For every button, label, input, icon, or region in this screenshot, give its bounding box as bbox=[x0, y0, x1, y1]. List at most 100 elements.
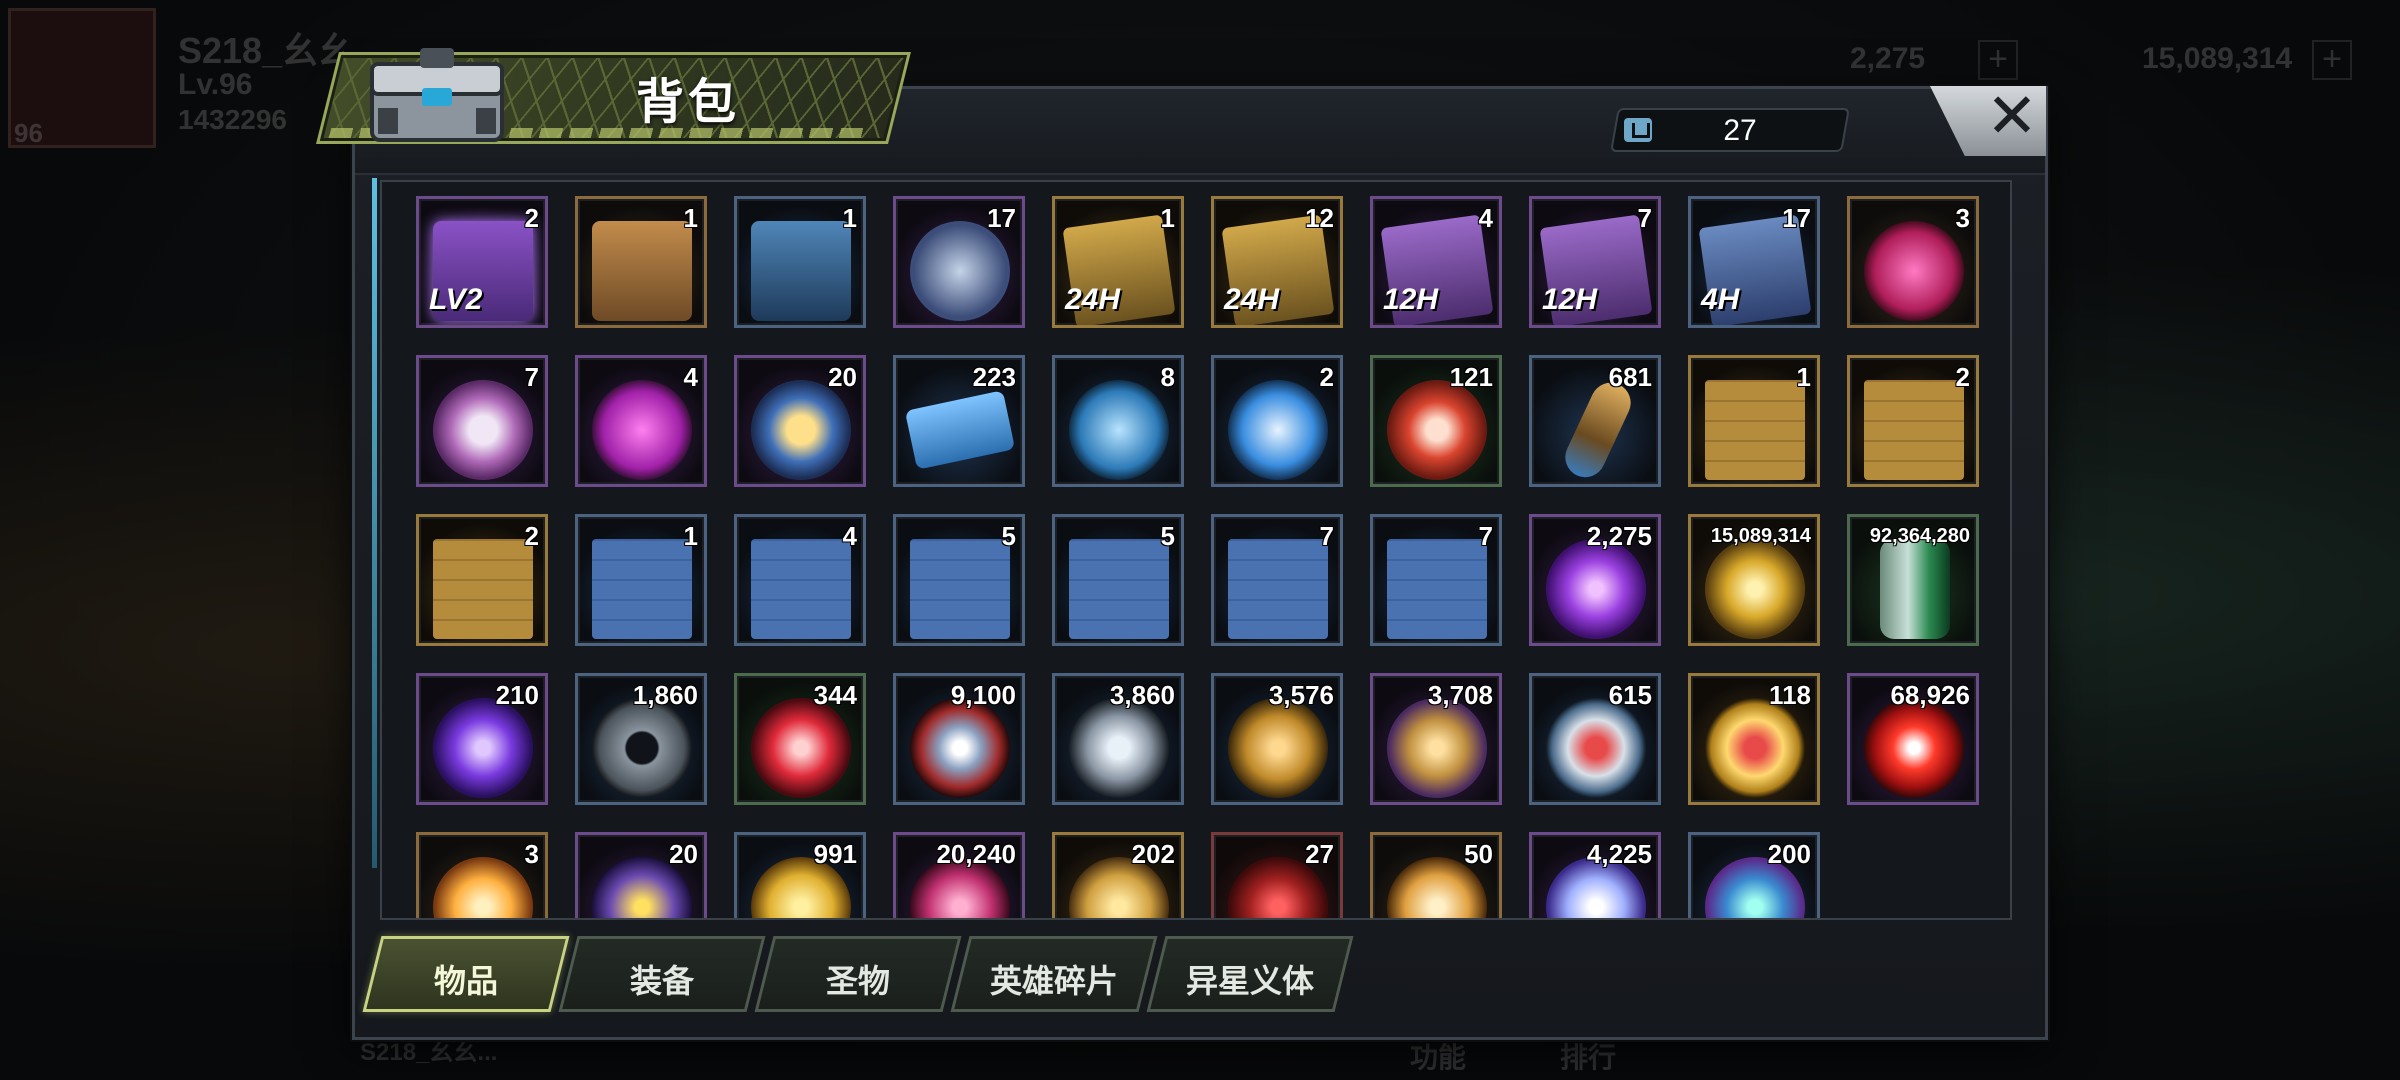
red-bottlecap-icon bbox=[1864, 221, 1964, 321]
inventory-slot[interactable]: 50 bbox=[1370, 832, 1502, 918]
item-count: 20,240 bbox=[936, 839, 1016, 869]
item-duration-label: 24H bbox=[1224, 283, 1280, 316]
item-count: 9,100 bbox=[950, 680, 1016, 710]
inventory-slot[interactable]: 20 bbox=[734, 355, 866, 487]
inventory-slot[interactable]: 4 bbox=[734, 514, 866, 646]
inventory-slot[interactable]: LV2 2 bbox=[416, 196, 548, 328]
item-count: 3,708 bbox=[1427, 680, 1493, 710]
biohazard-cube-icon bbox=[1864, 698, 1964, 798]
item-duration-label: 4H bbox=[1701, 283, 1740, 316]
inventory-slot[interactable]: 3,576 bbox=[1211, 673, 1343, 805]
item-count: 991 bbox=[813, 839, 857, 869]
inventory-slot[interactable]: 12H 7 bbox=[1529, 196, 1661, 328]
inventory-slot[interactable]: 3 bbox=[1847, 196, 1979, 328]
item-count: 7 bbox=[524, 362, 539, 392]
inventory-slot[interactable]: 27 bbox=[1211, 832, 1343, 918]
inventory-slot[interactable]: 20 bbox=[575, 832, 707, 918]
blueprint-shirt-blue-icon bbox=[592, 539, 692, 639]
inventory-slot[interactable]: 24H 12 bbox=[1211, 196, 1343, 328]
gold-star-icon bbox=[433, 857, 533, 918]
blueprint-pistol-blue-icon bbox=[751, 539, 851, 639]
inventory-slot[interactable]: 17 bbox=[893, 196, 1025, 328]
inventory-slot[interactable]: 344 bbox=[734, 673, 866, 805]
item-count: 7 bbox=[1478, 521, 1493, 551]
inventory-slot[interactable]: 9,100 bbox=[893, 673, 1025, 805]
inventory-slot[interactable]: 20,240 bbox=[893, 832, 1025, 918]
item-count: 3 bbox=[1955, 203, 1970, 233]
window-title: 背包 bbox=[636, 76, 741, 129]
inventory-slot[interactable]: 223 bbox=[893, 355, 1025, 487]
tab-1[interactable] bbox=[362, 936, 570, 1012]
tab-5[interactable] bbox=[1146, 936, 1354, 1012]
inventory-slot[interactable]: 3,860 bbox=[1052, 673, 1184, 805]
item-duration-label: 12H bbox=[1383, 283, 1439, 316]
inventory-slot[interactable]: 15,089,314 bbox=[1688, 514, 1820, 646]
tab-2[interactable] bbox=[558, 936, 766, 1012]
puzzle-piece-icon bbox=[1387, 698, 1487, 798]
inventory-slot[interactable]: 4,225 bbox=[1529, 832, 1661, 918]
item-grid-frame: LV2 2 1 1 17 24H 1 24H 12 12H 4 12H 7 4H 17 3 7 4 20 223 8 2 1… bbox=[380, 180, 2012, 920]
inventory-slot[interactable]: 5 bbox=[893, 514, 1025, 646]
inventory-slot[interactable]: 2 bbox=[416, 514, 548, 646]
red-core-icon bbox=[751, 698, 851, 798]
inventory-slot[interactable]: 121 bbox=[1370, 355, 1502, 487]
inventory-slot[interactable]: 8 bbox=[1052, 355, 1184, 487]
item-count: 615 bbox=[1608, 680, 1652, 710]
item-count: 7 bbox=[1319, 521, 1334, 551]
inventory-slot[interactable]: 7 bbox=[1370, 514, 1502, 646]
inventory-slot[interactable]: 991 bbox=[734, 832, 866, 918]
item-count: 223 bbox=[972, 362, 1016, 392]
item-count: 20 bbox=[669, 839, 698, 869]
inventory-slot[interactable]: 2 bbox=[1847, 355, 1979, 487]
inventory-slot[interactable]: 1 bbox=[575, 196, 707, 328]
inventory-slot[interactable]: 118 bbox=[1688, 673, 1820, 805]
tab-3[interactable] bbox=[754, 936, 962, 1012]
inventory-slot[interactable]: 200 bbox=[1688, 832, 1820, 918]
gold-coins-icon bbox=[1705, 539, 1805, 639]
close-icon[interactable]: ✕ bbox=[1986, 82, 2038, 152]
inventory-slot[interactable]: 12H 4 bbox=[1370, 196, 1502, 328]
inventory-slot[interactable]: 4H 17 bbox=[1688, 196, 1820, 328]
inventory-slot[interactable]: 1 bbox=[734, 196, 866, 328]
inventory-slot[interactable]: 4 bbox=[575, 355, 707, 487]
item-count: 4,225 bbox=[1586, 839, 1652, 869]
item-count: 200 bbox=[1767, 839, 1811, 869]
gear-icon bbox=[592, 698, 692, 798]
blueprint-swords-blue-icon bbox=[1228, 539, 1328, 639]
inventory-slot[interactable]: 2 bbox=[1211, 355, 1343, 487]
tab-4[interactable] bbox=[950, 936, 1158, 1012]
inventory-slot[interactable]: 1,860 bbox=[575, 673, 707, 805]
inventory-slot[interactable]: 7 bbox=[416, 355, 548, 487]
item-count: 4 bbox=[683, 362, 698, 392]
inventory-slot[interactable]: 7 bbox=[1211, 514, 1343, 646]
item-count: 2,275 bbox=[1586, 521, 1652, 551]
inventory-slot[interactable]: 202 bbox=[1052, 832, 1184, 918]
item-count: 17 bbox=[1782, 203, 1811, 233]
item-count: 344 bbox=[813, 680, 857, 710]
item-count: 202 bbox=[1131, 839, 1175, 869]
inventory-slot[interactable]: 681 bbox=[1529, 355, 1661, 487]
police-badge-icon bbox=[751, 380, 851, 480]
inventory-slot[interactable]: 1 bbox=[575, 514, 707, 646]
inventory-slot[interactable]: 210 bbox=[416, 673, 548, 805]
inventory-slot[interactable]: 92,364,280 bbox=[1847, 514, 1979, 646]
inventory-slot[interactable]: 1 bbox=[1688, 355, 1820, 487]
cinema-ticket-icon bbox=[904, 390, 1016, 470]
item-count: 3,860 bbox=[1109, 680, 1175, 710]
blueprint-hat-blue-icon bbox=[1387, 539, 1487, 639]
eye-emblem-icon bbox=[910, 698, 1010, 798]
item-duration-label: LV2 bbox=[429, 283, 483, 316]
bronze-chest-icon bbox=[592, 221, 692, 321]
item-count: 50 bbox=[1464, 839, 1493, 869]
blueprint-glasses-blue-icon bbox=[1069, 539, 1169, 639]
inventory-slot[interactable]: 24H 1 bbox=[1052, 196, 1184, 328]
inventory-slot[interactable]: 5 bbox=[1052, 514, 1184, 646]
inventory-slot[interactable]: 2,275 bbox=[1529, 514, 1661, 646]
inventory-slot[interactable]: 3 bbox=[416, 832, 548, 918]
item-count: 27 bbox=[1305, 839, 1334, 869]
item-count: 2 bbox=[1319, 362, 1334, 392]
inventory-slot[interactable]: 68,926 bbox=[1847, 673, 1979, 805]
item-count: 681 bbox=[1608, 362, 1652, 392]
inventory-slot[interactable]: 615 bbox=[1529, 673, 1661, 805]
inventory-slot[interactable]: 3,708 bbox=[1370, 673, 1502, 805]
